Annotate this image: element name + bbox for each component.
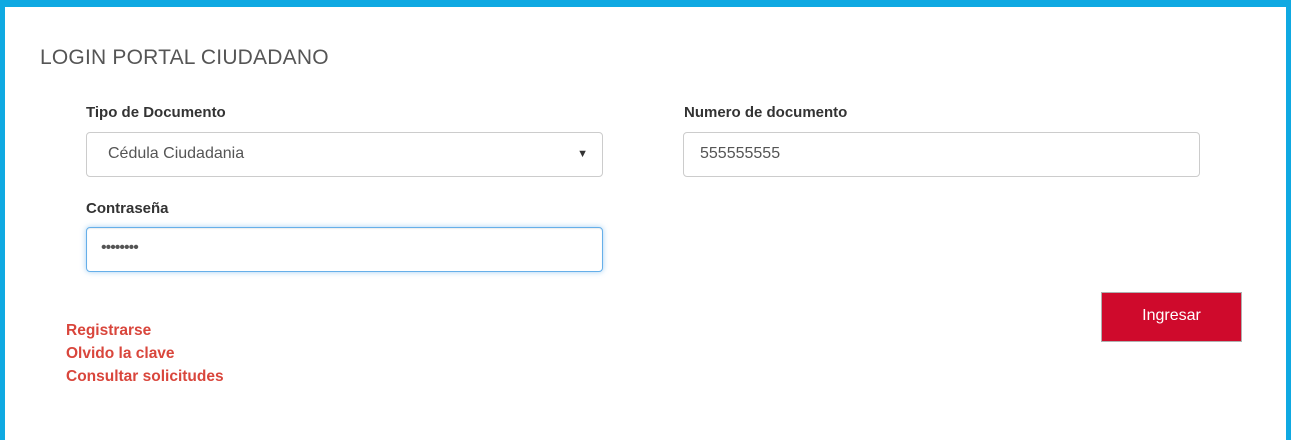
tipo-documento-select[interactable]: Cédula Ciudadania ▼ — [86, 132, 603, 177]
contrasena-input[interactable]: •••••••• — [86, 227, 603, 272]
contrasena-label: Contraseña — [86, 200, 169, 217]
triangle-down-icon: ▼ — [577, 148, 588, 160]
page-title: LOGIN PORTAL CIUDADANO — [40, 46, 329, 69]
contrasena-masked-value: •••••••• — [101, 239, 139, 256]
numero-documento-value: 555555555 — [700, 145, 781, 162]
tipo-documento-selected-value: Cédula Ciudadania — [108, 145, 245, 162]
consultar-solicitudes-link[interactable]: Consultar solicitudes — [66, 365, 224, 388]
olvido-clave-link[interactable]: Olvido la clave — [66, 342, 224, 365]
ingresar-button[interactable]: Ingresar — [1101, 292, 1242, 342]
tipo-documento-label: Tipo de Documento — [86, 104, 226, 121]
auxiliary-links: Registrarse Olvido la clave Consultar so… — [66, 319, 224, 388]
numero-documento-label: Numero de documento — [684, 104, 848, 121]
registrarse-link[interactable]: Registrarse — [66, 319, 224, 342]
login-panel: LOGIN PORTAL CIUDADANO Tipo de Documento… — [0, 0, 1291, 440]
numero-documento-input[interactable]: 555555555 — [683, 132, 1200, 177]
